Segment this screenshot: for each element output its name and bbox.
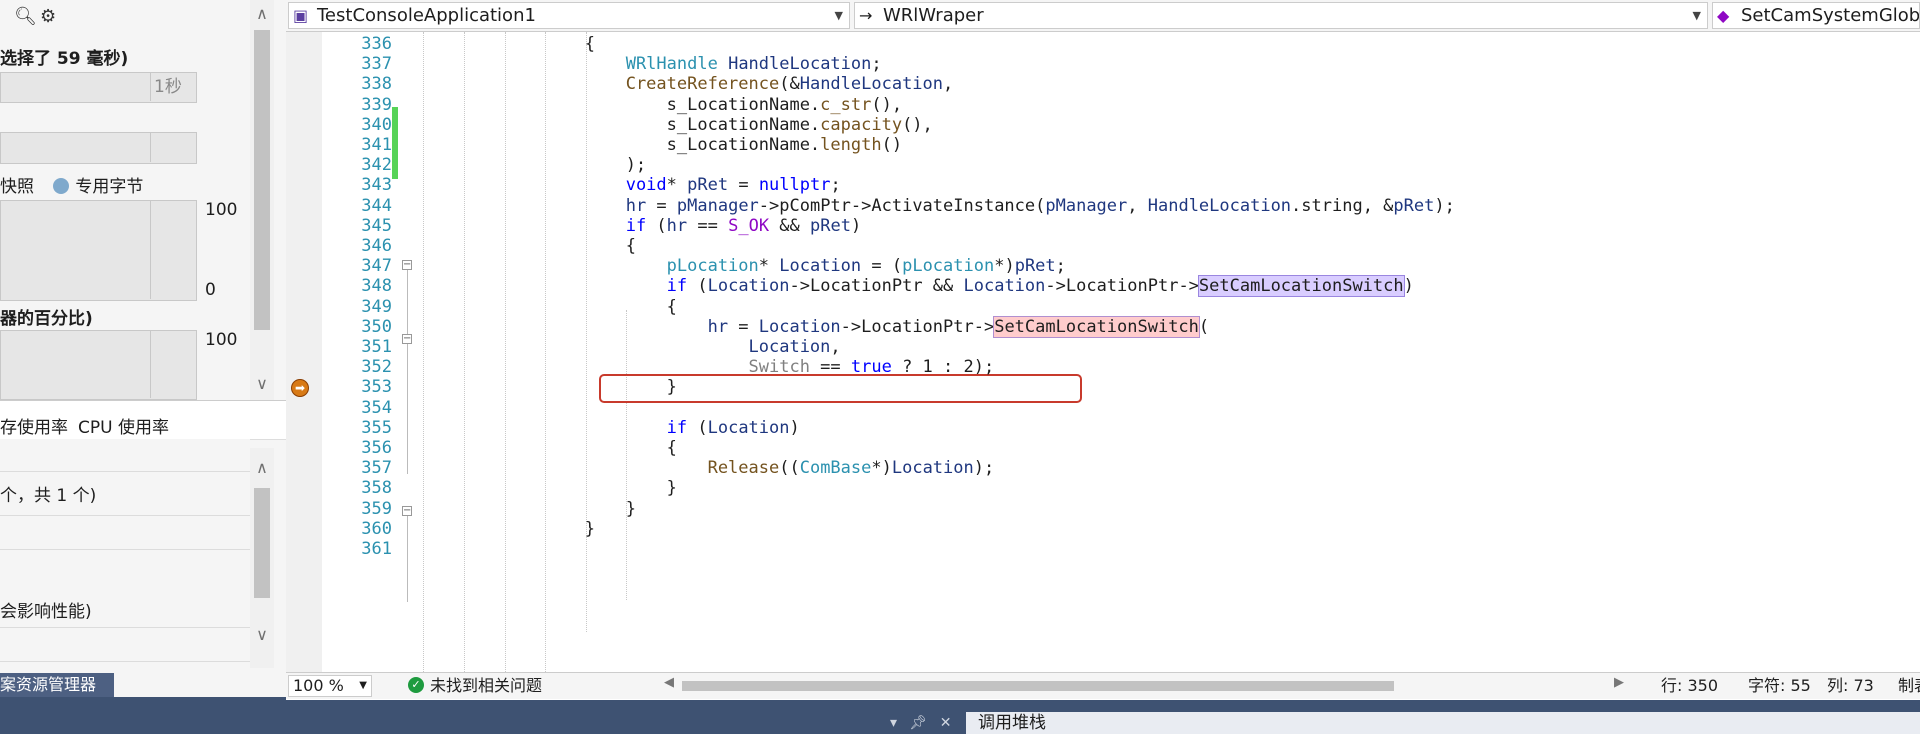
change-marker [392,107,398,179]
breakpoint-margin[interactable] [286,32,322,672]
call-stack-tab[interactable]: 调用堆栈 [966,712,1920,734]
window-controls: ▾ 📌︎ ✕ [890,712,960,734]
scroll-up-icon[interactable]: ∧ [250,2,274,26]
line-number: 361 [361,539,392,559]
summary-item-count: 个，共 1 个) [0,486,97,506]
magnifier-icon[interactable]: 🔍︎ [14,6,37,28]
memory-chart [0,200,197,301]
code-line: } [421,518,595,539]
code-line: } [421,377,677,398]
private-bytes-legend-dot [53,178,70,194]
summary-scrollbar-thumb[interactable] [254,488,270,598]
chevron-down-icon: ▼ [1692,9,1701,22]
arrow-right-icon: → [859,6,873,25]
line-position: 行: 350 [1661,676,1719,695]
close-icon[interactable]: ✕ [940,715,952,731]
tool-window-bar: ▾ 📌︎ ✕ 调用堆栈 [286,700,1920,734]
summary-scroll-down-icon[interactable]: ∨ [250,623,274,647]
current-statement-arrow-icon[interactable]: ➡ [291,379,309,397]
zoom-dropdown[interactable]: 100 % ▼ [288,675,372,697]
timeline-tick-label: 1秒 [154,77,182,97]
tab-memory-usage[interactable]: 存使用率 [0,413,68,438]
member-name: SetCamSystemGlobalValue(bool Switch) [1741,5,1920,26]
no-issues-check-icon[interactable]: ✓ [408,677,424,693]
collapse-icon[interactable]: − [402,260,412,270]
issues-status[interactable]: 未找到相关问题 [430,675,542,697]
chevron-down-icon: ▼ [359,680,367,691]
diagnostic-toolbar: 🔍︎ ⚙ [0,0,250,34]
memory-axis-max: 100 [205,200,238,220]
project-dropdown[interactable]: ▣ TestConsoleApplication1 ▼ [288,2,850,29]
code-editor: ▣ TestConsoleApplication1 ▼ → WRlWraper … [286,0,1920,700]
navigation-bar: ▣ TestConsoleApplication1 ▼ → WRlWraper … [286,0,1920,32]
member-dropdown[interactable]: ◆ SetCamSystemGlobalValue(bool Switch) [1712,2,1920,29]
column-position: 列: 73 [1827,676,1874,695]
cpu-chart [0,330,197,400]
solution-explorer-tab[interactable]: 案资源管理器 [0,673,114,697]
chevron-down-icon: ▼ [834,9,843,22]
snapshot-legend-label: 快照 [0,177,34,197]
window-menu-icon[interactable]: ▾ [890,715,897,731]
scroll-left-icon[interactable]: ◀ [664,675,674,690]
method-icon: ◆ [1717,6,1730,25]
timeline-scrollbar[interactable] [250,0,274,400]
editor-status-row: 100 % ▼ ✓ 未找到相关问题 ◀ ▶ 行: 350 字符: 55 列: 7… [286,672,1920,699]
private-bytes-legend-label: 专用字节 [75,177,144,197]
selection-duration: 选择了 59 毫秒) [0,49,129,69]
summary-list: 个，共 1 个) 会影响性能) [0,439,250,669]
indent-mode[interactable]: 制表 [1898,675,1920,697]
horizontal-scrollbar-thumb[interactable] [682,681,1394,691]
performance-warning: 会影响性能) [0,602,92,622]
cpu-axis-max: 100 [205,330,238,350]
tab-cpu-usage[interactable]: CPU 使用率 [78,413,169,438]
scope-name: WRlWraper [883,5,984,26]
scope-dropdown[interactable]: → WRlWraper ▼ [854,2,1708,29]
project-icon: ▣ [293,6,309,25]
scroll-right-icon[interactable]: ▶ [1614,675,1624,690]
events-track [0,132,197,164]
scroll-down-icon[interactable]: ∨ [250,372,274,396]
timeline-scrollbar-thumb[interactable] [254,30,270,330]
project-name: TestConsoleApplication1 [317,5,536,26]
pin-icon[interactable]: 📌︎ [909,715,927,731]
summary-tabs: 存使用率 CPU 使用率 [0,400,286,440]
zoom-level: 100 % [293,676,344,695]
diagnostic-tools-panel: 🔍︎ ⚙ 选择了 59 毫秒) 1秒 快照 专用字节 100 0 器的百分比) … [0,0,286,734]
memory-axis-min: 0 [205,280,216,300]
summary-scroll-up-icon[interactable]: ∧ [250,456,274,480]
left-bottom-bar [0,697,286,734]
memory-legend: 快照 专用字节 [0,172,143,197]
collapse-icon[interactable]: − [402,334,412,344]
collapse-icon[interactable]: − [402,506,412,516]
chart-settings-icon[interactable]: ⚙ [40,6,62,28]
cpu-chart-heading: 器的百分比) [0,309,93,329]
char-position: 字符: 55 [1748,676,1811,695]
